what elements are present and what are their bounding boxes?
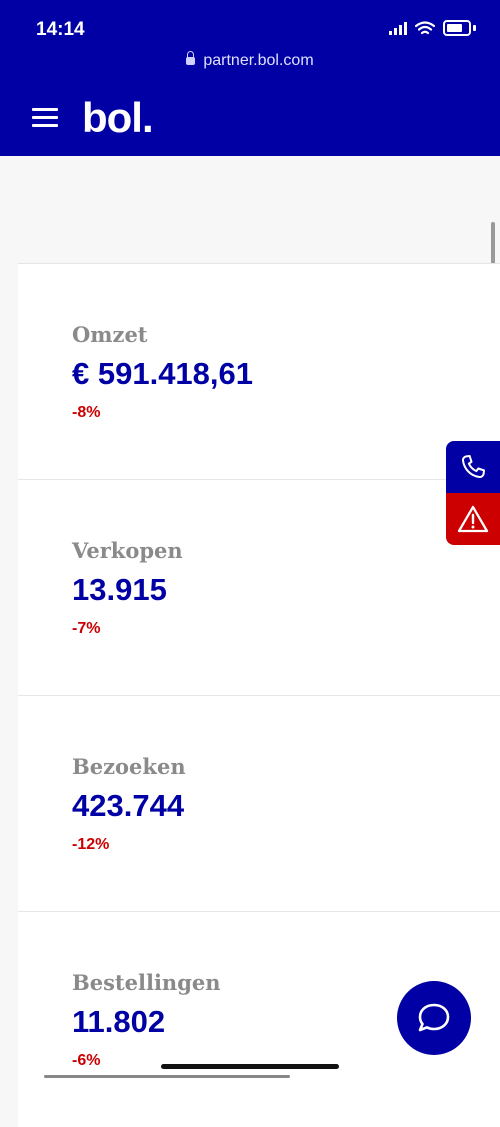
phone-icon <box>461 455 485 479</box>
metric-label: Bestellingen <box>72 970 221 995</box>
alert-tab[interactable] <box>446 493 500 545</box>
browser-progress-line <box>44 1075 290 1078</box>
metric-change: -12% <box>72 836 110 853</box>
metric-value: 13.915 <box>72 572 167 607</box>
signal-icon <box>389 21 407 35</box>
lock-icon <box>186 51 196 65</box>
hamburger-icon[interactable] <box>32 108 58 128</box>
metric-value: 11.802 <box>72 1004 166 1039</box>
home-indicator[interactable] <box>161 1064 339 1069</box>
status-icons <box>389 20 476 36</box>
metric-card-omzet: Omzet € 591.418,61 -8% <box>18 264 500 480</box>
bol-logo[interactable]: bol. <box>82 94 154 142</box>
metric-label: Verkopen <box>72 538 183 563</box>
metric-label: Bezoeken <box>72 754 186 779</box>
chat-bubble-icon <box>418 1003 450 1032</box>
url-text: partner.bol.com <box>203 52 314 69</box>
phone-tab[interactable] <box>446 441 500 493</box>
metric-label: Omzet <box>72 322 148 347</box>
chat-button[interactable] <box>397 981 471 1055</box>
battery-tip <box>473 25 476 31</box>
top-header: 14:14 partner.bol.com bol. <box>0 0 500 156</box>
battery-icon <box>443 20 471 36</box>
metric-value: € 591.418,61 <box>72 356 254 391</box>
metric-card-bezoeken: Bezoeken 423.744 -12% <box>18 696 500 912</box>
status-time: 14:14 <box>36 19 85 40</box>
metric-card-verkopen: Verkopen 13.915 -7% <box>18 480 500 696</box>
warning-icon <box>457 505 489 533</box>
wifi-icon <box>415 20 435 34</box>
metric-change: -6% <box>72 1052 101 1069</box>
metric-change: -8% <box>72 404 101 421</box>
side-contact-tabs <box>446 441 500 545</box>
url-bar[interactable]: partner.bol.com <box>0 51 500 70</box>
metric-value: 423.744 <box>72 788 185 823</box>
metric-change: -7% <box>72 620 101 637</box>
